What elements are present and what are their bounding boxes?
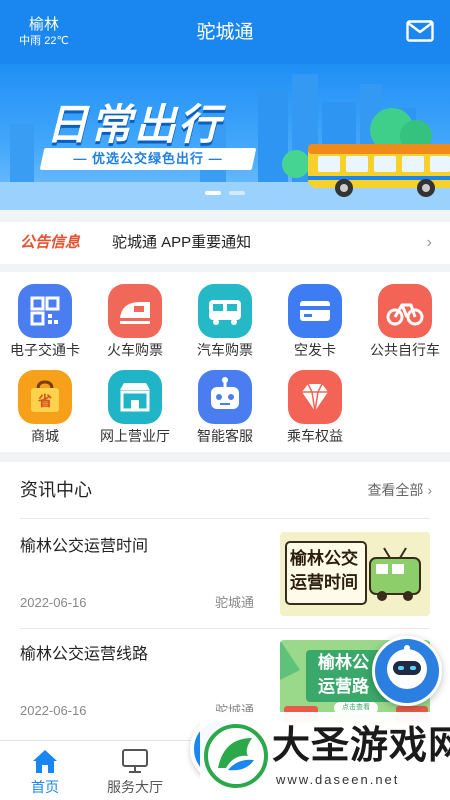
service-mall[interactable]: 省 商城: [0, 360, 90, 448]
service-label: 汽车购票: [197, 342, 253, 358]
notice-bar[interactable]: 公告信息 驼城通 APP重要通知 ›: [0, 222, 450, 264]
service-train-ticket[interactable]: 火车购票: [90, 274, 180, 362]
service-ride-benefits[interactable]: 乘车权益: [270, 360, 360, 448]
service-label: 智能客服: [197, 428, 253, 444]
service-label: 空发卡: [294, 342, 336, 358]
news-title: 榆林公交运营时间: [20, 538, 149, 555]
news-source: 驼城通: [215, 595, 255, 610]
diamond-icon: [288, 370, 342, 424]
tab-label: 服务大厅: [107, 779, 163, 795]
service-online-hall[interactable]: 网上营业厅: [90, 360, 180, 448]
bicycle-icon: [378, 284, 432, 338]
svg-text:省: 省: [37, 393, 52, 410]
service-e-traffic-card[interactable]: 电子交通卡: [0, 274, 90, 362]
card-icon: [288, 284, 342, 338]
carousel-dot[interactable]: [229, 191, 245, 195]
mail-icon[interactable]: [406, 20, 434, 42]
service-grid: 电子交通卡 火车购票 汽车购票 空发卡 公共自行车 省 商城 网上营业厅 智能客…: [0, 272, 450, 452]
store-icon: [108, 370, 162, 424]
app-title: 驼城通: [196, 22, 254, 43]
tab-service-hall[interactable]: 服务大厅: [90, 741, 180, 800]
tab-home[interactable]: 首页: [0, 741, 90, 800]
shopping-bag-icon: 省: [18, 370, 72, 424]
notice-tag: 公告信息: [20, 234, 81, 251]
service-label: 乘车权益: [287, 428, 343, 444]
service-label: 公共自行车: [370, 342, 440, 358]
service-label: 火车购票: [107, 342, 163, 358]
thumb-line-1: 榆林公交: [290, 549, 358, 568]
news-date: 2022-06-16: [20, 703, 87, 718]
service-public-bicycle[interactable]: 公共自行车: [360, 274, 450, 362]
banner-subtitle: — 优选公交绿色出行 —: [73, 151, 223, 166]
service-label: 电子交通卡: [10, 342, 80, 358]
monitor-icon: [122, 749, 148, 773]
tab-label: 首页: [31, 779, 59, 795]
robot-icon: [198, 370, 252, 424]
news-heading: 资讯中心: [20, 480, 92, 500]
news-thumbnail: 榆林公交 运营时间: [280, 532, 430, 616]
service-bus-ticket[interactable]: 汽车购票: [180, 274, 270, 362]
watermark-url: www.daseen.net: [276, 772, 400, 787]
carousel-dots: [0, 182, 450, 200]
service-label: 网上营业厅: [100, 428, 170, 444]
qr-code-icon: [18, 284, 72, 338]
chevron-right-icon: ›: [427, 482, 432, 498]
assistant-robot-button[interactable]: [372, 636, 442, 706]
service-label: 商城: [31, 428, 59, 444]
view-all-label: 查看全部: [367, 482, 424, 498]
watermark: 大圣游戏网 www.daseen.net: [200, 712, 450, 800]
banner-title: 日常出行: [46, 101, 223, 148]
service-issue-card[interactable]: 空发卡: [270, 274, 360, 362]
thumb-line-2: 运营路: [318, 677, 369, 696]
watermark-logo: [204, 724, 268, 788]
watermark-text: 大圣游戏网: [272, 725, 450, 767]
notice-text[interactable]: 驼城通 APP重要通知: [112, 232, 251, 254]
train-icon: [108, 284, 162, 338]
service-smart-support[interactable]: 智能客服: [180, 360, 270, 448]
promo-banner[interactable]: 日常出行 — 优选公交绿色出行 —: [0, 64, 450, 210]
news-item[interactable]: 榆林公交运营时间 2022-06-16 驼城通 榆林公交 运营时间: [0, 520, 450, 628]
home-icon: [33, 750, 57, 773]
news-date: 2022-06-16: [20, 595, 87, 610]
carousel-dot[interactable]: [205, 191, 221, 195]
thumb-line-2: 运营时间: [290, 573, 358, 592]
news-title: 榆林公交运营线路: [20, 646, 149, 663]
thumb-line-1: 榆林公: [318, 653, 369, 672]
divider: [20, 518, 430, 519]
view-all-link[interactable]: 查看全部 ›: [367, 480, 432, 500]
bus-icon: [198, 284, 252, 338]
app-header: 榆林 中雨 22℃ 驼城通: [0, 0, 450, 64]
chevron-right-icon: ›: [426, 234, 432, 251]
